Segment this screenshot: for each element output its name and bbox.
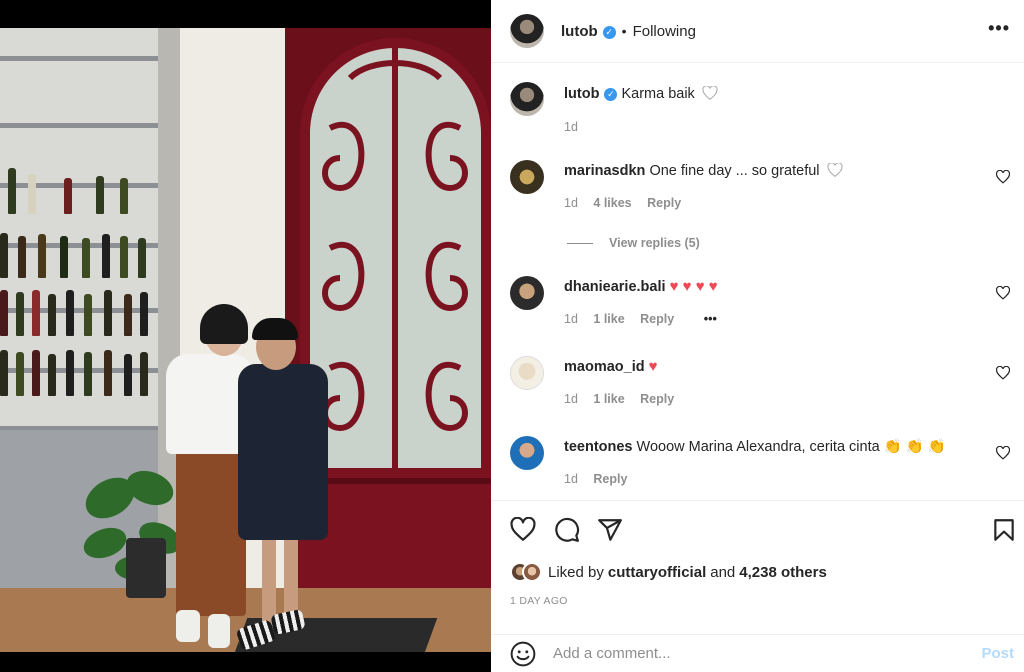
- following-button[interactable]: Following: [633, 23, 696, 40]
- heart-outline-icon: [702, 85, 718, 101]
- ornate-ironwork: [322, 48, 468, 468]
- comment-text: Wooow Marina Alexandra, cerita cinta 👏 👏…: [636, 439, 946, 455]
- emoji-icon[interactable]: [510, 641, 536, 667]
- photo-scene: [0, 28, 491, 652]
- comment-text: One fine day ... so grateful: [649, 163, 820, 179]
- author-avatar[interactable]: [510, 14, 544, 48]
- comment-likes[interactable]: 1 like: [593, 392, 624, 406]
- reply-button[interactable]: Reply: [647, 196, 681, 210]
- caption-author-avatar[interactable]: [510, 82, 544, 116]
- caption-age: 1d: [564, 120, 578, 134]
- share-icon[interactable]: [597, 517, 623, 543]
- comment-icon[interactable]: [554, 517, 580, 543]
- more-options-icon[interactable]: •••: [988, 18, 1010, 39]
- post-header: lutob ✓ • Following •••: [491, 0, 1024, 63]
- view-replies-button[interactable]: View replies (5): [567, 236, 700, 250]
- heart-outline-icon: [826, 162, 843, 178]
- commenter-username[interactable]: dhaniearie.bali: [564, 279, 666, 295]
- bookmark-icon[interactable]: [991, 517, 1017, 543]
- caption-text: Karma baik: [621, 86, 695, 102]
- like-comment-heart-icon[interactable]: [996, 366, 1010, 380]
- like-comment-heart-icon[interactable]: [996, 446, 1010, 460]
- like-comment-heart-icon[interactable]: [996, 170, 1010, 184]
- comment-age: 1d: [564, 392, 578, 406]
- liked-by-row: Liked by cuttaryofficial and 4,238 other…: [510, 562, 827, 582]
- like-comment-heart-icon[interactable]: [996, 286, 1010, 300]
- reply-button[interactable]: Reply: [593, 472, 627, 486]
- commenter-avatar[interactable]: [510, 436, 544, 470]
- instagram-post-modal: lutob ✓ • Following ••• lutob ✓ Karma baik 1…: [0, 0, 1024, 672]
- add-comment-bar: Add a comment... Post: [491, 634, 1024, 672]
- caption-username[interactable]: lutob: [564, 86, 599, 102]
- commenter-username[interactable]: teentones: [564, 439, 633, 455]
- commenter-avatar[interactable]: [510, 276, 544, 310]
- liker-avatar[interactable]: [522, 562, 542, 582]
- comment-item: maomao_id ♥ 1d 1 like Reply: [510, 356, 1010, 426]
- caption: lutob ✓ Karma baik 1d: [510, 82, 1010, 142]
- verified-badge-icon: ✓: [602, 25, 616, 39]
- comment-item: dhaniearie.bali ♥ ♥ ♥ ♥ 1d 1 like Reply …: [510, 276, 1010, 346]
- liked-by-user[interactable]: cuttaryofficial: [608, 564, 706, 581]
- add-comment-input[interactable]: Add a comment...: [553, 645, 671, 662]
- post-photo[interactable]: [0, 0, 491, 672]
- commenter-username[interactable]: marinasdkn: [564, 163, 645, 179]
- post-comment-button[interactable]: Post: [981, 645, 1014, 662]
- comment-age: 1d: [564, 472, 578, 486]
- liked-by-others[interactable]: 4,238 others: [739, 564, 827, 581]
- comment-likes[interactable]: 1 like: [593, 312, 624, 326]
- comment-text: ♥ ♥ ♥ ♥: [669, 278, 718, 295]
- liked-by-prefix: Liked by: [548, 563, 604, 581]
- comment-text: ♥: [648, 358, 658, 375]
- comment-age: 1d: [564, 196, 578, 210]
- comments-list[interactable]: lutob ✓ Karma baik 1d marinasdkn One fine…: [491, 64, 1024, 500]
- author-username[interactable]: lutob: [561, 23, 598, 40]
- post-timestamp[interactable]: 1 DAY AGO: [510, 595, 568, 607]
- reply-button[interactable]: Reply: [640, 312, 674, 326]
- reply-button[interactable]: Reply: [640, 392, 674, 406]
- liked-by-and: and: [710, 563, 736, 581]
- verified-badge-icon: ✓: [604, 88, 618, 101]
- commenter-avatar[interactable]: [510, 160, 544, 194]
- door-glass: [300, 38, 491, 478]
- post-side-panel: lutob ✓ • Following ••• lutob ✓ Karma baik 1…: [491, 0, 1024, 672]
- comment-more-icon[interactable]: •••: [704, 312, 717, 326]
- commenter-username[interactable]: maomao_id: [564, 359, 645, 375]
- separator-dot: •: [621, 22, 627, 39]
- comment-age: 1d: [564, 312, 578, 326]
- post-actions-bar: [491, 500, 1024, 560]
- heart-icon[interactable]: [510, 517, 536, 543]
- comment-item: teentones Wooow Marina Alexandra, cerita…: [510, 436, 1010, 500]
- commenter-avatar[interactable]: [510, 356, 544, 390]
- comment-likes[interactable]: 4 likes: [593, 196, 631, 210]
